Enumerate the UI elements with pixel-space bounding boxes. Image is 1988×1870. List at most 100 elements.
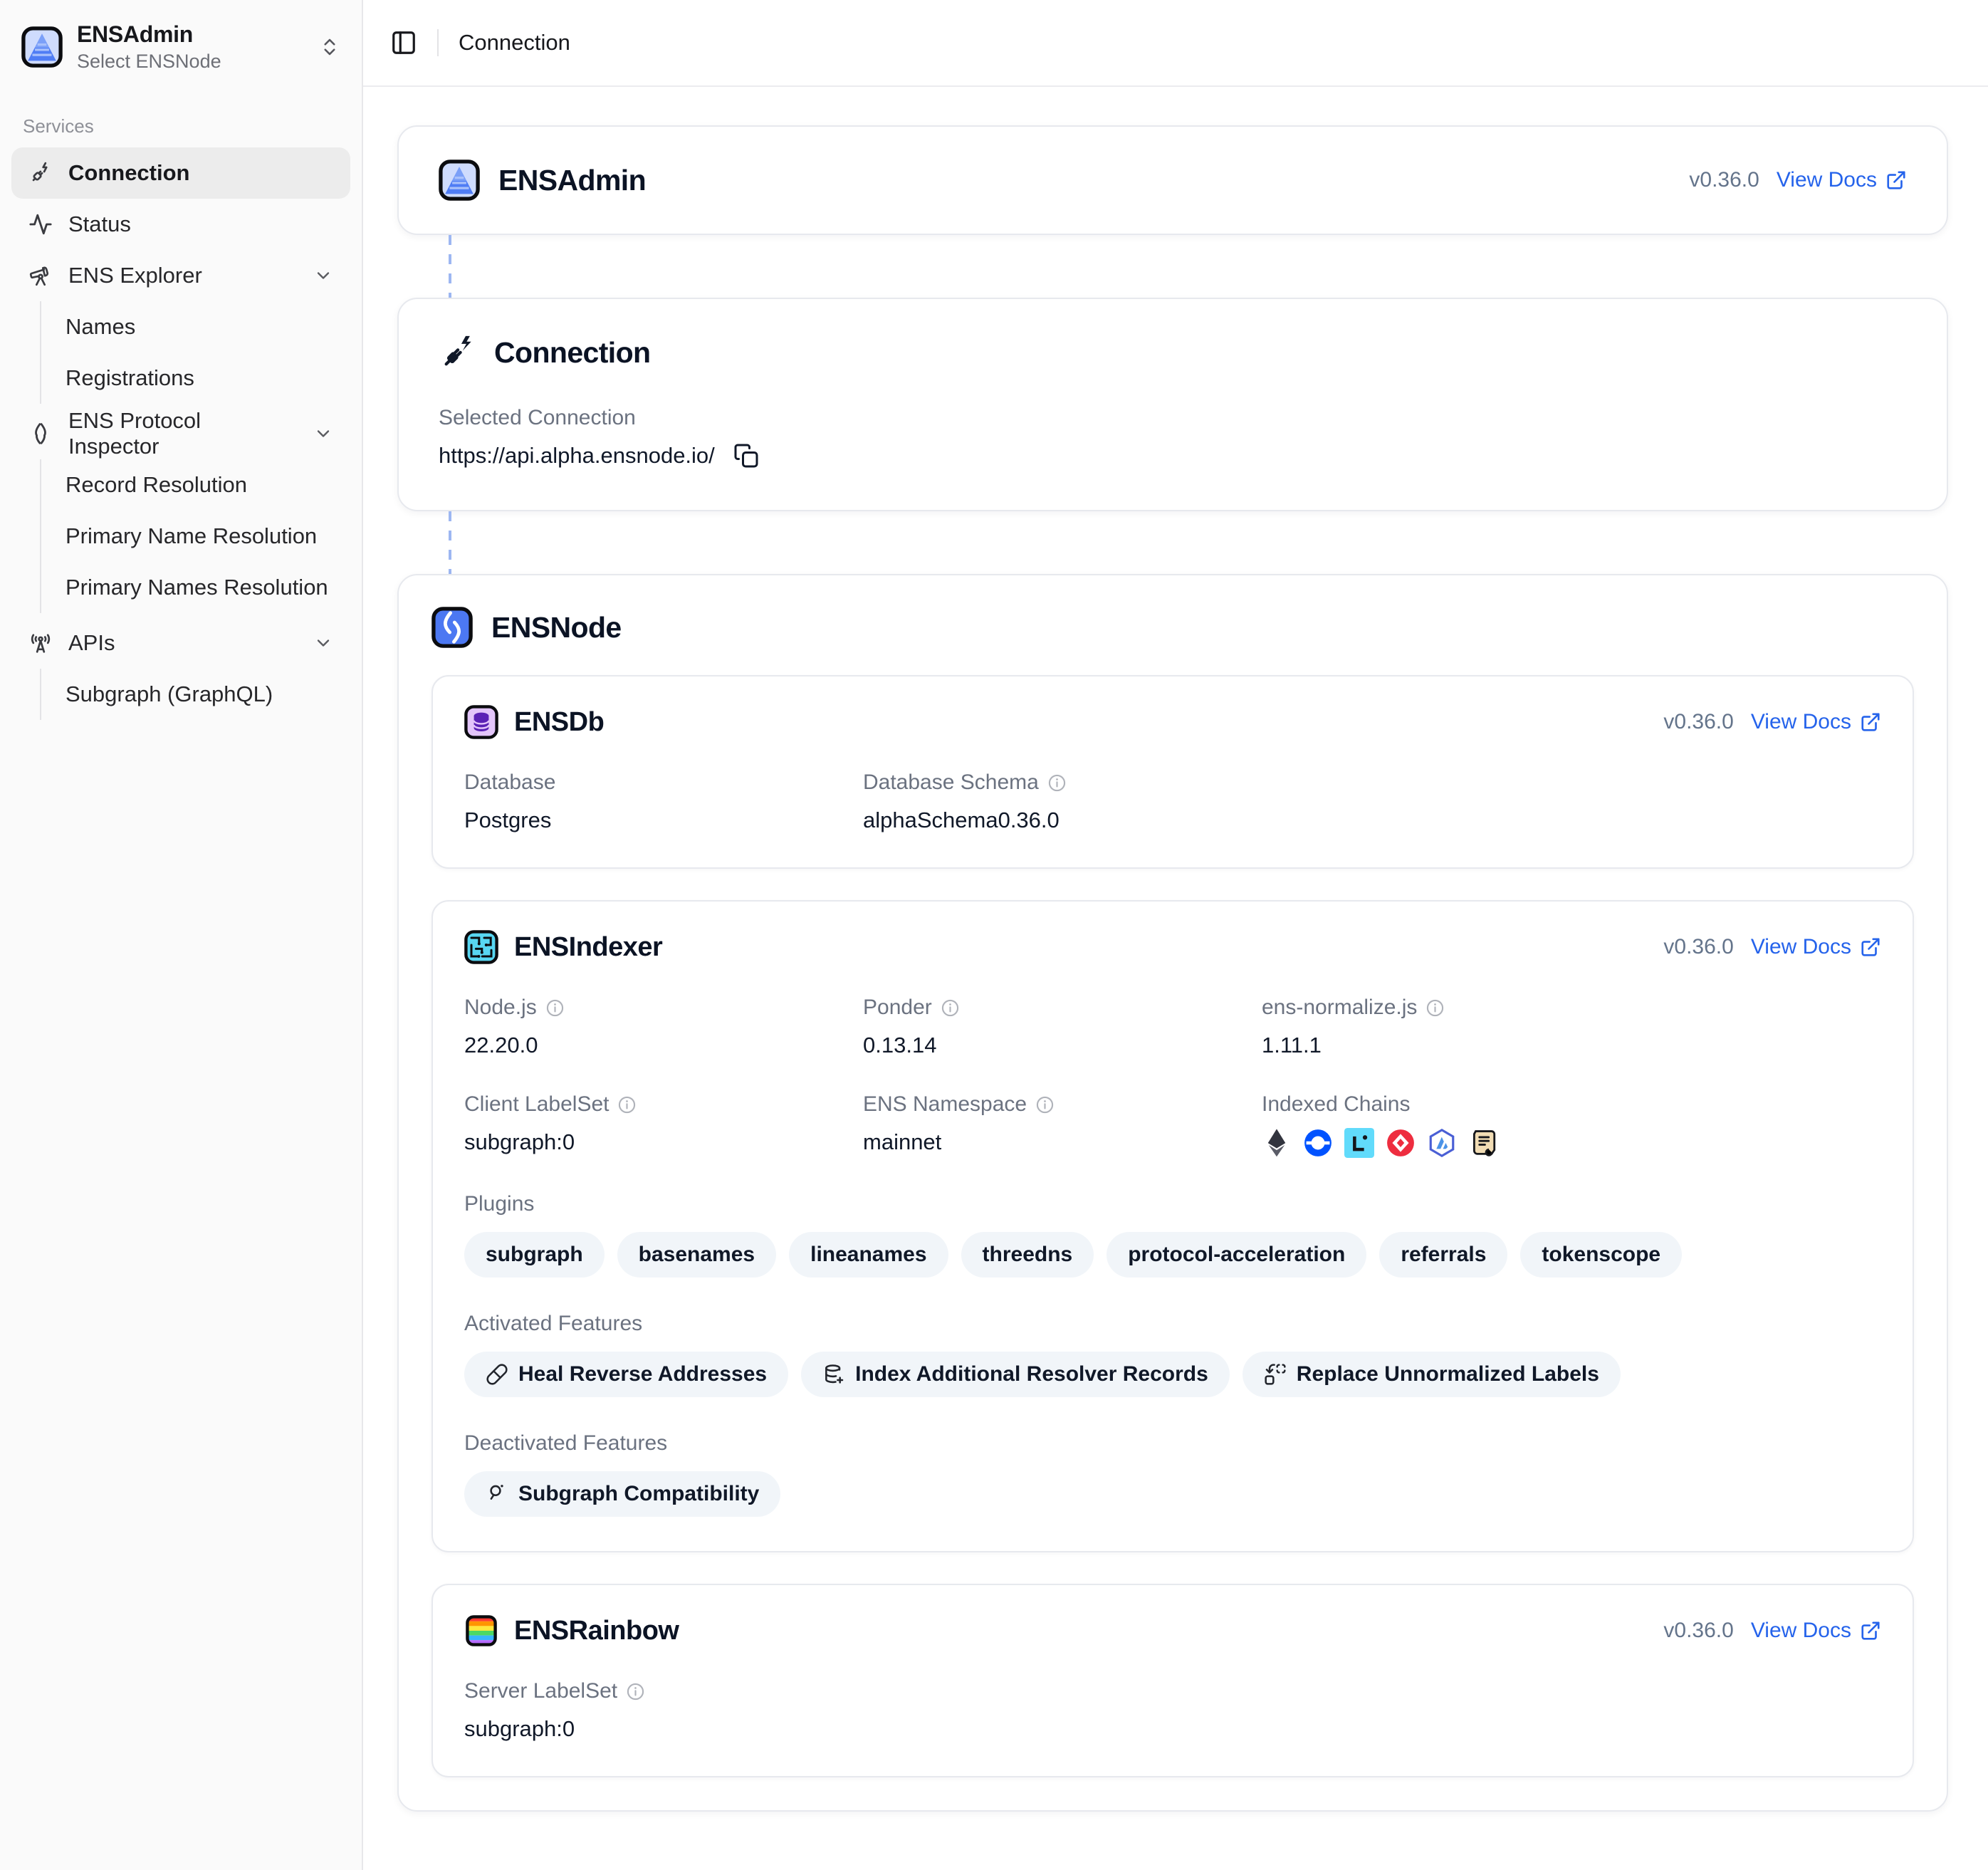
field-client-labelset: Client LabelSet subgraph:0: [464, 1092, 863, 1158]
sidebar-item-label: ENS Explorer: [68, 263, 202, 288]
ens-normalize-label: ens-normalize.js: [1262, 996, 1417, 1020]
sidebar-item-label: Names: [66, 314, 135, 340]
deactivated-features-label: Deactivated Features: [464, 1431, 1881, 1456]
ens-namespace-value: mainnet: [863, 1129, 1262, 1155]
ensrainbow-card: ENSRainbow v0.36.0 View Docs: [431, 1584, 1914, 1777]
client-labelset-value: subgraph:0: [464, 1129, 863, 1155]
ponder-value: 0.13.14: [863, 1033, 1262, 1058]
field-ens-namespace: ENS Namespace mainnet: [863, 1092, 1262, 1158]
breadcrumb: Connection: [459, 30, 570, 56]
app-title: ENSAdmin: [77, 21, 221, 48]
sidebar-item-label: Primary Name Resolution: [66, 523, 317, 549]
indexed-chains-label: Indexed Chains: [1262, 1092, 1410, 1117]
feature-label: Index Additional Resolver Records: [855, 1362, 1208, 1386]
activity-icon: [28, 212, 53, 236]
app-subtitle: Select ENSNode: [77, 51, 221, 73]
topbar-divider: [437, 29, 439, 56]
sidebar-item-status[interactable]: Status: [11, 199, 350, 250]
sidebar-item-label: Status: [68, 211, 131, 237]
sidebar-item-label: Registrations: [66, 365, 194, 391]
field-nodejs: Node.js 22.20.0: [464, 996, 863, 1058]
view-docs-label: View Docs: [1777, 168, 1877, 192]
plugins-label: Plugins: [464, 1192, 1881, 1216]
field-ens-normalize: ens-normalize.js 1.11.1: [1262, 996, 1881, 1058]
ensadmin-view-docs-link[interactable]: View Docs: [1777, 168, 1907, 192]
chevrons-up-down-icon[interactable]: [319, 36, 340, 58]
plugin-badge: referrals: [1379, 1232, 1507, 1278]
sidebar-toggle-button[interactable]: [390, 29, 417, 56]
ensadmin-logo-icon: [21, 26, 63, 68]
ensadmin-version: v0.36.0: [1689, 168, 1759, 192]
plugin-badge: threedns: [961, 1232, 1094, 1278]
sidebar-item-primary-name-resolution[interactable]: Primary Name Resolution: [61, 511, 350, 562]
sidebar-item-record-resolution[interactable]: Record Resolution: [61, 459, 350, 511]
ensnode-selector[interactable]: ENSAdmin Select ENSNode: [11, 16, 350, 78]
ens-normalize-value: 1.11.1: [1262, 1033, 1881, 1058]
plugin-badge: lineanames: [789, 1232, 948, 1278]
database-schema-label: Database Schema: [863, 771, 1039, 795]
sidebar-item-ens-protocol-inspector[interactable]: ENS Protocol Inspector: [11, 408, 350, 459]
server-labelset-label: Server LabelSet: [464, 1679, 617, 1703]
services-section-label: Services: [23, 115, 350, 137]
content: ENSAdmin v0.36.0 View Docs: [363, 87, 1988, 1870]
ensrainbow-view-docs-link[interactable]: View Docs: [1751, 1619, 1881, 1643]
info-icon[interactable]: [1425, 998, 1445, 1018]
info-icon[interactable]: [626, 1682, 645, 1701]
ensadmin-card-icon: [439, 160, 480, 201]
connector-line: [449, 235, 451, 298]
ensdb-title: ENSDb: [514, 707, 604, 738]
info-icon[interactable]: [1047, 773, 1067, 793]
feature-label: Heal Reverse Addresses: [518, 1362, 767, 1386]
nodejs-value: 22.20.0: [464, 1033, 863, 1058]
view-docs-label: View Docs: [1751, 710, 1851, 734]
database-value: Postgres: [464, 808, 863, 833]
sidebar-item-ens-explorer[interactable]: ENS Explorer: [11, 250, 350, 301]
info-icon[interactable]: [545, 998, 565, 1018]
database-label: Database: [464, 771, 863, 795]
ensdb-view-docs-link[interactable]: View Docs: [1751, 710, 1881, 734]
sidebar-item-subgraph-graphql[interactable]: Subgraph (GraphQL): [61, 669, 350, 720]
sidebar-item-apis[interactable]: APIs: [11, 617, 350, 669]
deactivated-features-section: Deactivated Features Subgraph Compatibil…: [464, 1431, 1881, 1517]
feature-label: Subgraph Compatibility: [518, 1482, 759, 1506]
info-icon[interactable]: [617, 1095, 637, 1114]
feature-badge: Heal Reverse Addresses: [464, 1352, 788, 1397]
sidebar-item-label: APIs: [68, 630, 115, 656]
chevron-down-icon: [313, 633, 333, 653]
ensindexer-view-docs-link[interactable]: View Docs: [1751, 935, 1881, 959]
ensdb-version: v0.36.0: [1663, 710, 1733, 734]
chain-optimism-icon: [1386, 1128, 1416, 1158]
radio-tower-icon: [28, 631, 53, 655]
ens-diamond-icon: [28, 422, 53, 446]
telescope-icon: [28, 263, 53, 288]
feature-badge: Subgraph Compatibility: [464, 1471, 780, 1517]
sidebar-item-label: Connection: [68, 160, 190, 186]
plug-icon: [28, 161, 53, 185]
sidebar-item-names[interactable]: Names: [61, 301, 350, 352]
sidebar-item-label: ENS Protocol Inspector: [68, 408, 298, 459]
subgraph-compat-icon: [486, 1483, 508, 1505]
connection-url: https://api.alpha.ensnode.io/: [439, 443, 715, 469]
external-link-icon: [1860, 936, 1881, 958]
info-icon[interactable]: [1035, 1095, 1055, 1114]
activated-features-label: Activated Features: [464, 1312, 1881, 1336]
external-link-icon: [1860, 711, 1881, 733]
sidebar-item-primary-names-resolution[interactable]: Primary Names Resolution: [61, 562, 350, 613]
copy-icon[interactable]: [733, 443, 759, 469]
sidebar: ENSAdmin Select ENSNode Services Connect…: [0, 0, 363, 1870]
pill-icon: [486, 1363, 508, 1386]
sidebar-item-label: Record Resolution: [66, 472, 247, 498]
chain-ethereum-icon: [1262, 1128, 1292, 1158]
selected-connection-label: Selected Connection: [439, 406, 1907, 430]
ensnode-card: ENSNode ENSDb: [397, 574, 1948, 1812]
ensadmin-card: ENSAdmin v0.36.0 View Docs: [397, 125, 1948, 235]
ensindexer-title: ENSIndexer: [514, 932, 662, 963]
server-labelset-value: subgraph:0: [464, 1716, 863, 1742]
ensrainbow-version: v0.36.0: [1663, 1619, 1733, 1643]
activated-features-section: Activated Features Heal Reverse Addresse…: [464, 1312, 1881, 1397]
ensindexer-card: ENSIndexer v0.36.0 View Docs: [431, 900, 1914, 1552]
sidebar-item-registrations[interactable]: Registrations: [61, 352, 350, 404]
sidebar-item-connection[interactable]: Connection: [11, 147, 350, 199]
info-icon[interactable]: [941, 998, 960, 1018]
feature-badge: Index Additional Resolver Records: [801, 1352, 1230, 1397]
